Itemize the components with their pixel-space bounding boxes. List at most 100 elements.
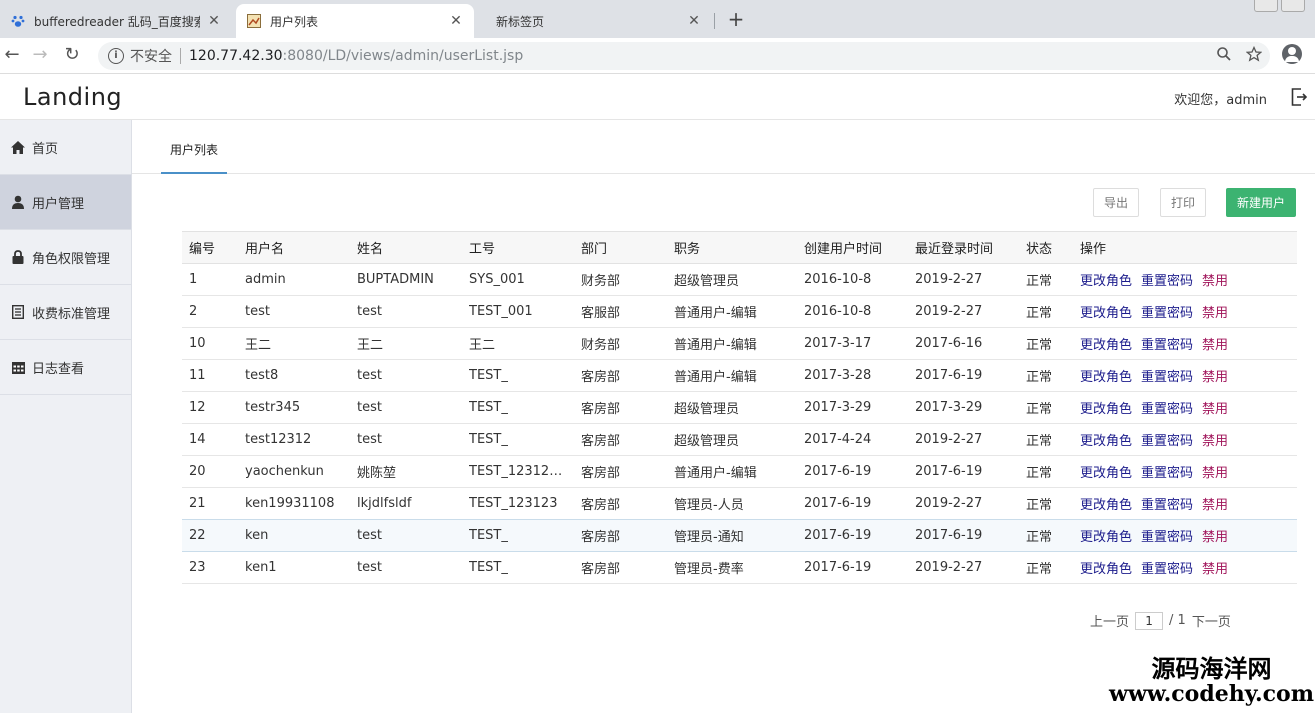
prev-page-link[interactable]: 上一页 xyxy=(1090,611,1129,630)
disable-link[interactable]: 禁用 xyxy=(1202,498,1228,513)
table-cell: 超级管理员 xyxy=(667,423,797,456)
forward-arrow-icon[interactable]: → xyxy=(28,44,52,68)
column-header: 部门 xyxy=(574,231,667,264)
reset-password-link[interactable]: 重置密码 xyxy=(1141,466,1193,481)
close-tab-icon[interactable]: ✕ xyxy=(448,13,464,29)
disable-link[interactable]: 禁用 xyxy=(1202,274,1228,289)
tab-user-list[interactable]: 用户列表 xyxy=(161,141,228,174)
next-page-link[interactable]: 下一页 xyxy=(1192,611,1231,630)
disable-link[interactable]: 禁用 xyxy=(1202,306,1228,321)
reset-password-link[interactable]: 重置密码 xyxy=(1141,530,1193,545)
close-tab-icon[interactable]: ✕ xyxy=(206,13,222,29)
logout-icon[interactable] xyxy=(1291,88,1307,106)
disable-link[interactable]: 禁用 xyxy=(1202,434,1228,449)
table-cell: 2017-6-16 xyxy=(908,327,1019,360)
new-user-button[interactable]: 新建用户 xyxy=(1226,188,1296,217)
sidebar-item-role-permissions[interactable]: 角色权限管理 xyxy=(0,230,131,285)
reset-password-link[interactable]: 重置密码 xyxy=(1141,562,1193,577)
reset-password-link[interactable]: 重置密码 xyxy=(1141,434,1193,449)
disable-link[interactable]: 禁用 xyxy=(1202,530,1228,545)
disable-link[interactable]: 禁用 xyxy=(1202,562,1228,577)
browser-tab-user-list[interactable]: 用户列表 ✕ xyxy=(236,4,474,38)
omnibox-actions xyxy=(1216,46,1262,62)
actions-cell: 更改角色 重置密码 禁用 xyxy=(1073,551,1297,584)
cell-text: TEST_ xyxy=(469,368,508,383)
change-role-link[interactable]: 更改角色 xyxy=(1080,434,1132,449)
browser-tab-baidu[interactable]: bufferedreader 乱码_百度搜索 ✕ xyxy=(0,4,232,38)
export-button[interactable]: 导出 xyxy=(1093,188,1139,217)
list-icon xyxy=(11,305,25,319)
disable-link[interactable]: 禁用 xyxy=(1202,338,1228,353)
print-button[interactable]: 打印 xyxy=(1160,188,1206,217)
change-role-link[interactable]: 更改角色 xyxy=(1080,466,1132,481)
column-header: 用户名 xyxy=(238,231,350,264)
change-role-link[interactable]: 更改角色 xyxy=(1080,530,1132,545)
watermark-url: www.codehy.com xyxy=(1109,681,1314,708)
actions-cell: 更改角色 重置密码 禁用 xyxy=(1073,423,1297,456)
reset-password-link[interactable]: 重置密码 xyxy=(1141,338,1193,353)
sidebar-item-fee-standards[interactable]: 收费标准管理 xyxy=(0,285,131,340)
reset-password-link[interactable]: 重置密码 xyxy=(1141,402,1193,417)
actions-cell: 更改角色 重置密码 禁用 xyxy=(1073,391,1297,424)
table-cell: test12312 xyxy=(238,423,350,456)
lock-icon xyxy=(11,250,25,264)
info-icon[interactable]: i xyxy=(108,48,124,64)
table-cell: TEST_ xyxy=(462,519,574,552)
table-row: 14 test12312 test TEST_ 客房部 超级管理员 2017-4-24 201… xyxy=(182,423,1297,456)
new-tab-button[interactable]: + xyxy=(724,8,748,32)
address-bar: ← → ↻ i 不安全 120.77.42.30 :8080/LD/views/… xyxy=(0,38,1315,74)
user-icon xyxy=(11,195,25,209)
url-input[interactable]: i 不安全 120.77.42.30 :8080/LD/views/admin/… xyxy=(98,42,1270,70)
close-tab-icon[interactable]: ✕ xyxy=(686,13,702,29)
table-row: 12 testr345 test TEST_ 客房部 超级管理员 2017-3-29 2017… xyxy=(182,391,1297,424)
back-arrow-icon[interactable]: ← xyxy=(0,44,24,68)
table-cell: 20 xyxy=(182,455,238,488)
sidebar-item-logs[interactable]: 日志查看 xyxy=(0,340,131,395)
security-status: 不安全 xyxy=(130,49,172,65)
table-cell: TEST_ xyxy=(462,391,574,424)
table-cell: 22 xyxy=(182,519,238,552)
change-role-link[interactable]: 更改角色 xyxy=(1080,274,1132,289)
table-cell: ken xyxy=(238,519,350,552)
url-path: :8080/LD/views/admin/userList.jsp xyxy=(282,48,524,64)
change-role-link[interactable]: 更改角色 xyxy=(1080,402,1132,417)
sidebar-item-user-management[interactable]: 用户管理 xyxy=(0,175,131,230)
browser-tab-new[interactable]: 新标签页 ✕ xyxy=(478,4,712,38)
zoom-search-icon[interactable] xyxy=(1216,46,1232,62)
disable-link[interactable]: 禁用 xyxy=(1202,370,1228,385)
reset-password-link[interactable]: 重置密码 xyxy=(1141,498,1193,513)
actions-cell: 更改角色 重置密码 禁用 xyxy=(1073,263,1297,296)
cell-text: TEST_ xyxy=(469,528,508,543)
reset-password-link[interactable]: 重置密码 xyxy=(1141,370,1193,385)
change-role-link[interactable]: 更改角色 xyxy=(1080,338,1132,353)
table-cell: 客房部 xyxy=(574,551,667,584)
table-cell: 2017-3-17 xyxy=(797,327,908,360)
table-cell: 普通用户-编辑 xyxy=(667,359,797,392)
table-cell: admin xyxy=(238,263,350,296)
cell-text: SYS_001 xyxy=(469,272,525,287)
actions-cell: 更改角色 重置密码 禁用 xyxy=(1073,519,1297,552)
tab-separator xyxy=(714,13,715,29)
restore-window-button[interactable] xyxy=(1281,0,1305,12)
disable-link[interactable]: 禁用 xyxy=(1202,466,1228,481)
table-cell: 客房部 xyxy=(574,519,667,552)
change-role-link[interactable]: 更改角色 xyxy=(1080,370,1132,385)
change-role-link[interactable]: 更改角色 xyxy=(1080,562,1132,577)
sidebar-item-home[interactable]: 首页 xyxy=(0,120,131,175)
account-icon[interactable] xyxy=(1282,44,1302,64)
change-role-link[interactable]: 更改角色 xyxy=(1080,498,1132,513)
browser-tab-title: 新标签页 xyxy=(496,14,545,29)
reset-password-link[interactable]: 重置密码 xyxy=(1141,306,1193,321)
page-number-input[interactable]: 1 xyxy=(1135,611,1164,630)
reload-icon[interactable]: ↻ xyxy=(60,44,84,68)
table-cell: 12 xyxy=(182,391,238,424)
reset-password-link[interactable]: 重置密码 xyxy=(1141,274,1193,289)
table-cell: 2017-6-19 xyxy=(797,487,908,520)
disable-link[interactable]: 禁用 xyxy=(1202,402,1228,417)
minimize-window-button[interactable] xyxy=(1254,0,1278,12)
table-cell: 2017-6-19 xyxy=(797,455,908,488)
sidebar-item-label: 收费标准管理 xyxy=(32,306,111,322)
bookmark-star-icon[interactable] xyxy=(1246,46,1262,62)
change-role-link[interactable]: 更改角色 xyxy=(1080,306,1132,321)
home-icon xyxy=(11,140,25,154)
